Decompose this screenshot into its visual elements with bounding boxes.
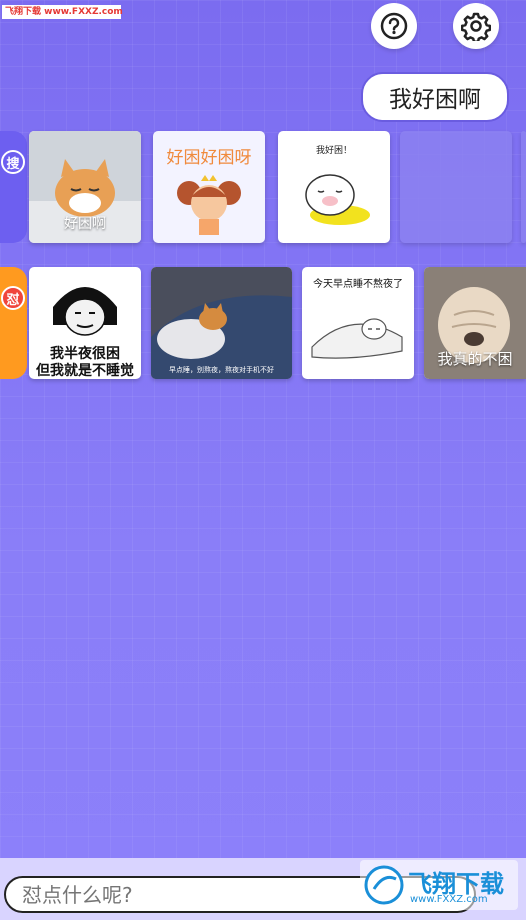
meme-card-sleepy-cat[interactable]: 好困啊 <box>29 131 141 243</box>
sleeping-sketch-image <box>311 318 403 359</box>
meme-card-stay-up[interactable]: 我半夜很困 但我就是不睡觉 <box>29 267 141 379</box>
meme-card-not-sleepy[interactable]: 我真的不困 <box>424 267 526 379</box>
logo-url: www.FXXZ.com <box>410 894 488 905</box>
roast-tag-badge: 怼 <box>1 286 25 310</box>
girl-image <box>177 175 241 235</box>
speech-bubble[interactable]: 我好困啊 <box>361 72 509 122</box>
search-tag-badge: 搜 <box>1 150 25 174</box>
card-caption: 早点睡，别熬夜，熬夜对手机不好 <box>169 366 274 374</box>
dog-image <box>151 267 292 379</box>
card-caption: 好困啊 <box>64 216 106 232</box>
row-tag-roast[interactable] <box>0 267 27 379</box>
logo-icon <box>364 865 404 905</box>
row-tag-search[interactable] <box>0 131 27 243</box>
meme-card-dog-blanket[interactable]: 早点睡，别熬夜，熬夜对手机不好 <box>151 267 292 379</box>
card-caption: 我真的不困 <box>437 350 513 368</box>
help-button[interactable] <box>371 3 417 49</box>
question-icon <box>380 12 408 40</box>
watermark-label: 飞翔下载 www.FXXZ.com <box>2 5 123 19</box>
meme-card-no-late[interactable]: 今天早点睡不熬夜了 <box>302 267 414 379</box>
card-caption-line2: 但我就是不睡觉 <box>36 363 134 379</box>
meme-card-pig[interactable]: 我好困！ <box>278 131 390 243</box>
settings-button[interactable] <box>453 3 499 49</box>
gear-icon <box>461 12 491 41</box>
pig-image <box>305 174 370 225</box>
meme-card-placeholder[interactable] <box>400 131 512 243</box>
meme-card-girl[interactable]: 好困好困呀 <box>153 131 265 243</box>
meme-card-placeholder[interactable] <box>521 131 526 243</box>
logo-watermark: 飞翔下载 www.FXXZ.com <box>360 860 518 910</box>
